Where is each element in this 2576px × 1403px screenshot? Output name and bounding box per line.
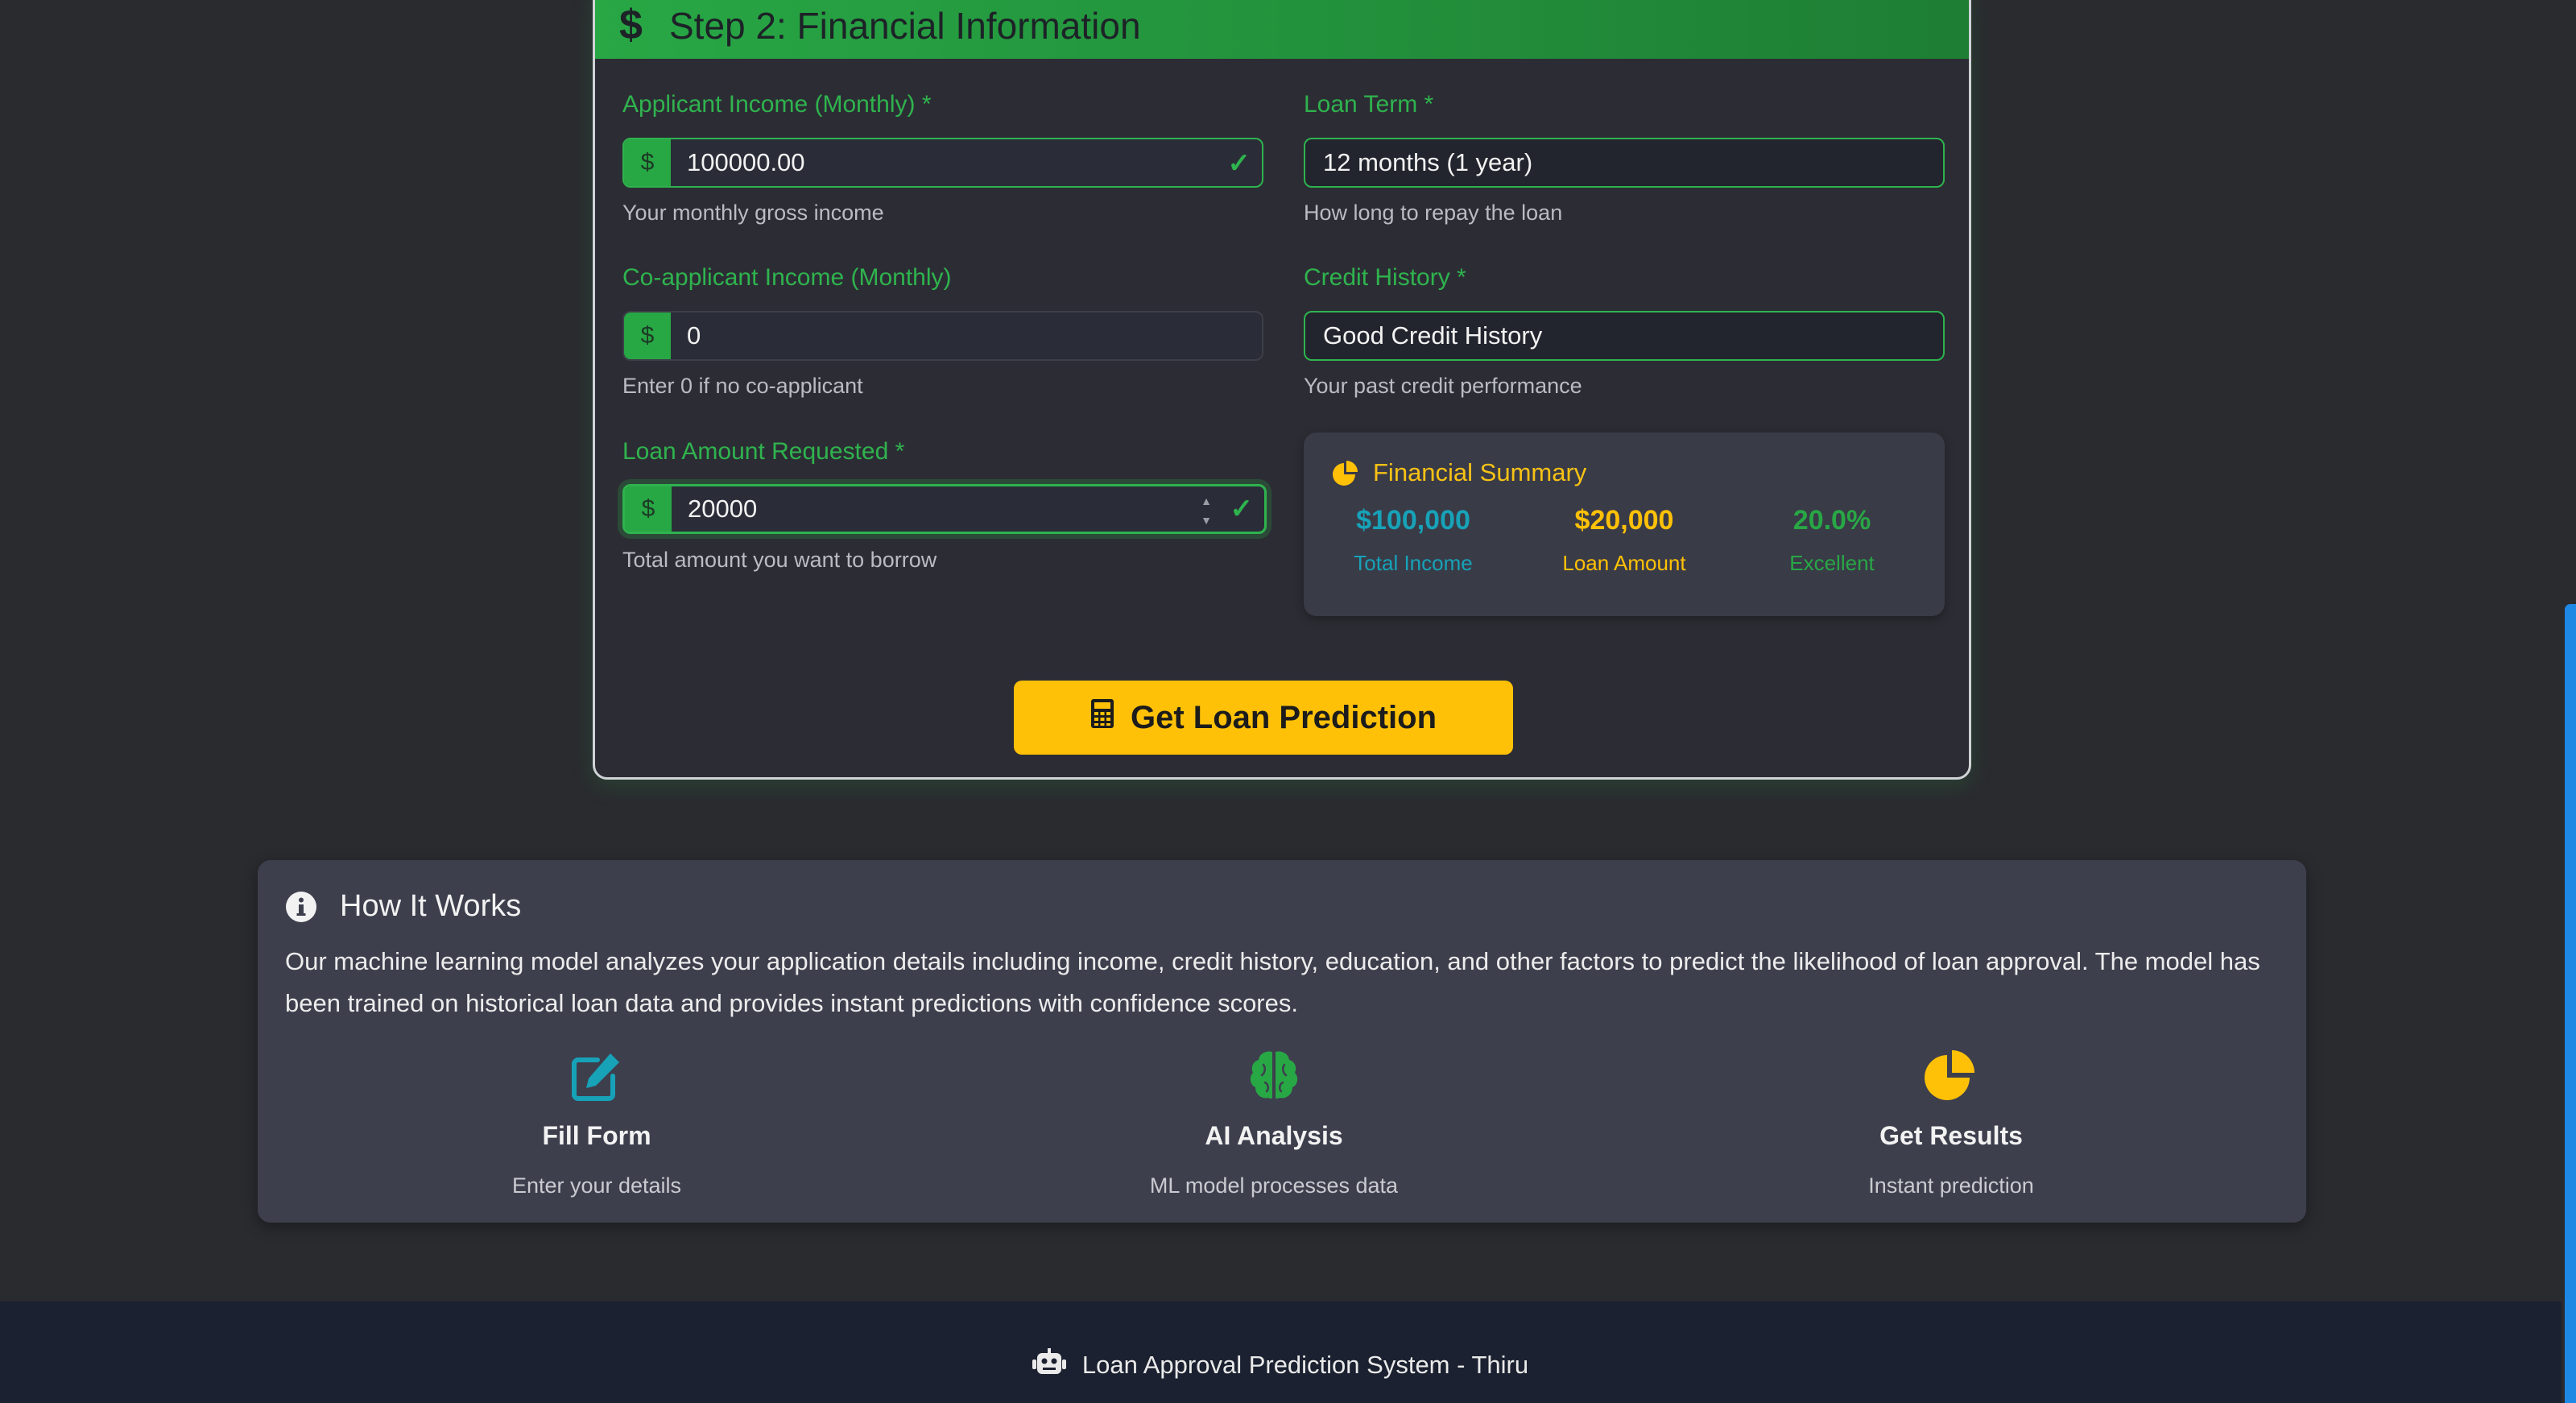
loan-amount-value: 20000: [688, 495, 758, 523]
feature-desc: Enter your details: [511, 1173, 682, 1198]
how-it-works-title: How It Works: [340, 889, 522, 923]
loan-amount-input[interactable]: $ 20000 ▲ ▼ ✓: [622, 484, 1267, 534]
applicant-income-input[interactable]: $ 100000.00 ✓: [622, 138, 1263, 188]
applicant-income-help: Your monthly gross income: [622, 201, 884, 225]
vertical-scrollbar[interactable]: [2562, 0, 2576, 1403]
stat-value: $20,000: [1574, 505, 1674, 536]
loan-term-help: How long to repay the loan: [1304, 201, 1563, 225]
currency-prefix: $: [624, 139, 671, 186]
feature-desc: ML model processes data: [1149, 1173, 1399, 1198]
applicant-income-label: Applicant Income (Monthly) *: [622, 91, 932, 118]
number-stepper[interactable]: ▲ ▼: [1198, 491, 1214, 530]
brain-icon: [1073, 1044, 1475, 1102]
feature-title: Get Results: [1879, 1121, 2023, 1150]
card-header: $ Step 2: Financial Information: [595, 0, 1969, 59]
feature-desc: Instant prediction: [1868, 1173, 2034, 1198]
feature-ai-analysis: AI Analysis ML model processes data: [1073, 1044, 1475, 1198]
summary-stat-total-income: $100,000 Total Income: [1309, 505, 1518, 576]
stat-value: $100,000: [1356, 505, 1470, 536]
currency-prefix: $: [625, 486, 672, 532]
checkmark-icon: ✓: [1227, 148, 1251, 179]
edit-icon: [395, 1044, 798, 1102]
stat-label: Excellent: [1789, 551, 1875, 575]
financial-summary: Financial Summary $100,000 Total Income …: [1304, 432, 1945, 616]
how-it-works-panel: How It Works Our machine learning model …: [258, 860, 2306, 1223]
robot-icon: [1032, 1348, 1066, 1382]
footer-text: Loan Approval Prediction System - Thiru: [1081, 1351, 1529, 1379]
coapplicant-income-label: Co-applicant Income (Monthly): [622, 264, 952, 291]
feature-fill-form: Fill Form Enter your details: [395, 1044, 798, 1198]
page-footer: Loan Approval Prediction System - Thiru: [0, 1302, 2576, 1403]
loan-term-select[interactable]: 12 months (1 year): [1304, 138, 1945, 188]
applicant-income-value: 100000.00: [687, 148, 805, 176]
summary-title: Financial Summary: [1373, 458, 1587, 486]
how-it-works-text: Our machine learning model analyzes your…: [285, 947, 2260, 1017]
get-loan-prediction-button[interactable]: Get Loan Prediction: [1014, 681, 1513, 755]
coapplicant-income-value: 0: [687, 321, 701, 350]
loan-amount-label: Loan Amount Requested *: [622, 438, 905, 465]
credit-history-help: Your past credit performance: [1304, 374, 1582, 398]
coapplicant-income-input[interactable]: $ 0: [622, 311, 1263, 361]
predict-button-label: Get Loan Prediction: [1130, 699, 1437, 735]
summary-stat-loan-amount: $20,000 Loan Amount: [1520, 505, 1729, 576]
coapplicant-income-help: Enter 0 if no co-applicant: [622, 374, 863, 398]
dollar-sign-icon: $: [619, 2, 643, 48]
loan-term-label: Loan Term *: [1304, 91, 1434, 118]
step-title: Step 2: Financial Information: [669, 5, 1141, 47]
info-circle-icon: [285, 891, 317, 927]
feature-get-results: Get Results Instant prediction: [1750, 1044, 2152, 1198]
checkmark-icon: ✓: [1230, 494, 1254, 524]
currency-prefix: $: [624, 312, 671, 359]
financial-info-card: $ Step 2: Financial Information Applican…: [593, 0, 1971, 780]
scrollbar-thumb[interactable]: [2565, 604, 2576, 1403]
pie-chart-icon: [1750, 1044, 2152, 1102]
feature-title: Fill Form: [542, 1121, 651, 1150]
calculator-icon: [1090, 698, 1114, 737]
credit-history-label: Credit History *: [1304, 264, 1466, 291]
summary-stat-ratio: 20.0% Excellent: [1727, 505, 1937, 576]
stat-label: Loan Amount: [1562, 551, 1686, 575]
stat-label: Total Income: [1354, 551, 1473, 575]
feature-title: AI Analysis: [1205, 1121, 1343, 1150]
stat-value: 20.0%: [1792, 505, 1871, 536]
credit-history-select[interactable]: Good Credit History: [1304, 311, 1945, 361]
pie-chart-icon: [1331, 460, 1360, 493]
loan-amount-help: Total amount you want to borrow: [622, 548, 937, 572]
